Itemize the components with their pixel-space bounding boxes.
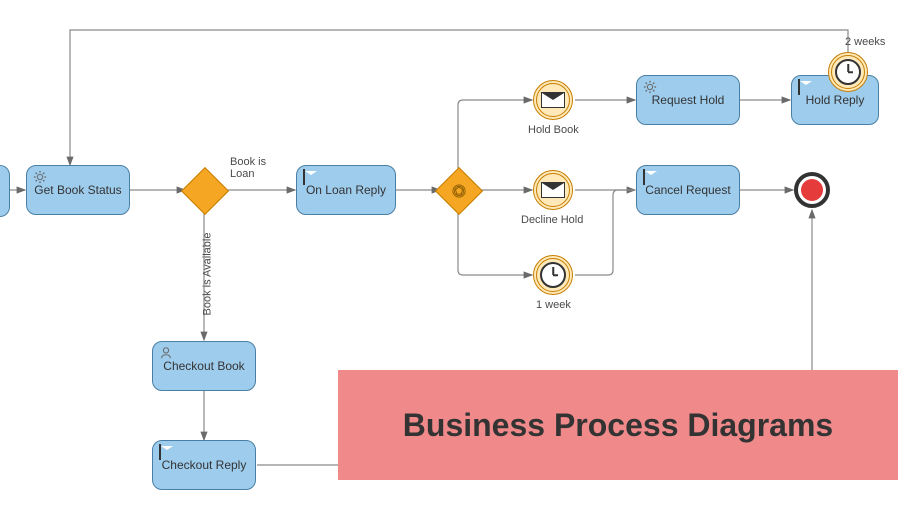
pool-edge bbox=[0, 165, 10, 217]
exclusive-gateway[interactable] bbox=[181, 167, 229, 215]
task-request-hold[interactable]: Request Hold bbox=[636, 75, 740, 125]
envelope-icon bbox=[541, 182, 565, 198]
gear-icon bbox=[643, 80, 657, 97]
event-timer-1week[interactable] bbox=[533, 255, 573, 295]
task-get-book-status[interactable]: Get Book Status bbox=[26, 165, 130, 215]
event-label-decline-hold: Decline Hold bbox=[521, 214, 583, 226]
task-label: Get Book Status bbox=[34, 183, 121, 197]
clock-icon bbox=[540, 262, 566, 288]
pentagon-icon bbox=[452, 184, 466, 198]
boundary-timer-2weeks[interactable] bbox=[828, 52, 868, 92]
edge-label-book-is-loan: Book is Loan bbox=[230, 156, 266, 180]
task-label: Checkout Book bbox=[163, 359, 244, 373]
task-checkout-book[interactable]: Checkout Book bbox=[152, 341, 256, 391]
event-hold-book[interactable] bbox=[533, 80, 573, 120]
task-cancel-request[interactable]: Cancel Request bbox=[636, 165, 740, 215]
title-banner: Business Process Diagrams bbox=[338, 370, 898, 480]
task-checkout-reply[interactable]: Checkout Reply bbox=[152, 440, 256, 490]
envelope-icon bbox=[541, 92, 565, 108]
task-label: On Loan Reply bbox=[306, 183, 386, 197]
envelope-icon bbox=[643, 170, 645, 184]
task-label: Request Hold bbox=[652, 93, 725, 107]
envelope-icon bbox=[159, 445, 161, 459]
task-on-loan-reply[interactable]: On Loan Reply bbox=[296, 165, 396, 215]
end-event[interactable] bbox=[794, 172, 830, 208]
clock-icon bbox=[835, 59, 861, 85]
user-icon bbox=[159, 346, 173, 363]
event-label-1week: 1 week bbox=[536, 299, 571, 311]
gear-icon bbox=[33, 170, 47, 187]
task-label: Checkout Reply bbox=[162, 458, 247, 472]
edge-label-book-is-available: Book is Available bbox=[201, 233, 213, 316]
event-label-2weeks: 2 weeks bbox=[845, 36, 885, 48]
event-gateway[interactable] bbox=[435, 167, 483, 215]
envelope-icon bbox=[303, 170, 305, 184]
bpmn-diagram: Get Book Status Book is Loan Book is Ava… bbox=[0, 0, 907, 515]
banner-text: Business Process Diagrams bbox=[403, 407, 833, 444]
task-label: Hold Reply bbox=[806, 93, 865, 107]
event-label-hold-book: Hold Book bbox=[528, 124, 579, 136]
task-label: Cancel Request bbox=[645, 183, 730, 197]
terminate-icon bbox=[801, 179, 823, 201]
envelope-icon bbox=[798, 80, 800, 94]
event-decline-hold[interactable] bbox=[533, 170, 573, 210]
